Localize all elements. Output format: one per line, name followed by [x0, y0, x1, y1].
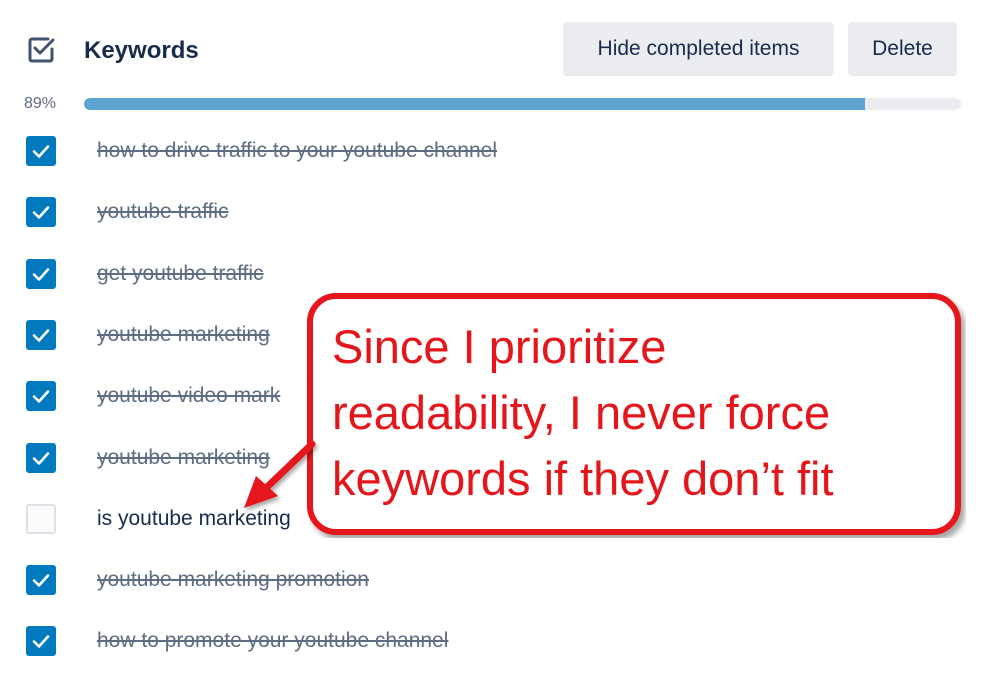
- progress-bar-fill: [84, 98, 865, 110]
- annotation-arrow: [244, 440, 316, 508]
- checkmark-icon: [32, 390, 50, 403]
- checklist-item-text[interactable]: how to drive traffic to your youtube cha…: [97, 138, 497, 164]
- checkmark-icon: [32, 145, 50, 158]
- delete-button[interactable]: Delete: [848, 22, 957, 76]
- callout-line: readability, I never force: [332, 386, 831, 439]
- checklist-item-text[interactable]: get youtube traffic: [97, 261, 264, 287]
- checklist-header: Keywords Hide completed items Delete: [0, 0, 1000, 100]
- checklist-item-text[interactable]: youtube marketing: [97, 322, 270, 348]
- checklist-item[interactable]: get youtube traffic: [0, 251, 1000, 295]
- checklist-item[interactable]: how to promote your youtube channel: [0, 618, 1000, 662]
- checklist-icon: [26, 35, 56, 65]
- checkmark-icon: [32, 635, 50, 649]
- checkbox-checked[interactable]: [26, 442, 56, 473]
- checklist-item[interactable]: how to drive traffic to your youtube cha…: [0, 128, 1000, 172]
- checkbox-unchecked[interactable]: [26, 503, 56, 534]
- checklist-item-text[interactable]: how to promote your youtube channel: [97, 628, 448, 654]
- progress-bar: [84, 98, 961, 110]
- checkbox-checked[interactable]: [26, 565, 56, 596]
- checkbox-checked[interactable]: [26, 319, 56, 350]
- checklist-item-text[interactable]: youtube video mark: [97, 383, 280, 409]
- checkmark-icon: [32, 206, 50, 220]
- callout-line: keywords if they don’t fit: [332, 452, 834, 505]
- checklist-item-text[interactable]: youtube marketing promotion: [97, 567, 369, 593]
- checklist-item-text[interactable]: youtube traffic: [97, 199, 229, 225]
- checkbox-checked[interactable]: [26, 381, 56, 412]
- checkmark-icon: [32, 451, 50, 465]
- checkbox-checked[interactable]: [26, 136, 56, 166]
- checkmark-icon: [32, 267, 50, 281]
- hide-completed-button[interactable]: Hide completed items: [563, 22, 834, 76]
- checklist-item[interactable]: youtube traffic: [0, 189, 1000, 233]
- checkbox-checked[interactable]: [26, 626, 56, 657]
- checklist-item[interactable]: youtube marketing promotion: [0, 557, 1000, 601]
- checkbox-checked[interactable]: [26, 258, 56, 289]
- callout-text: Since I prioritize readability, I never …: [332, 314, 952, 512]
- checklist-title: Keywords: [84, 37, 199, 64]
- callout-line: Since I prioritize: [332, 320, 667, 373]
- checkbox-checked[interactable]: [26, 197, 56, 228]
- checkmark-icon: [32, 574, 50, 587]
- checkmark-icon: [32, 329, 50, 342]
- annotation-callout: Since I prioritize readability, I never …: [306, 292, 966, 538]
- progress-percentage: 89%: [24, 95, 57, 112]
